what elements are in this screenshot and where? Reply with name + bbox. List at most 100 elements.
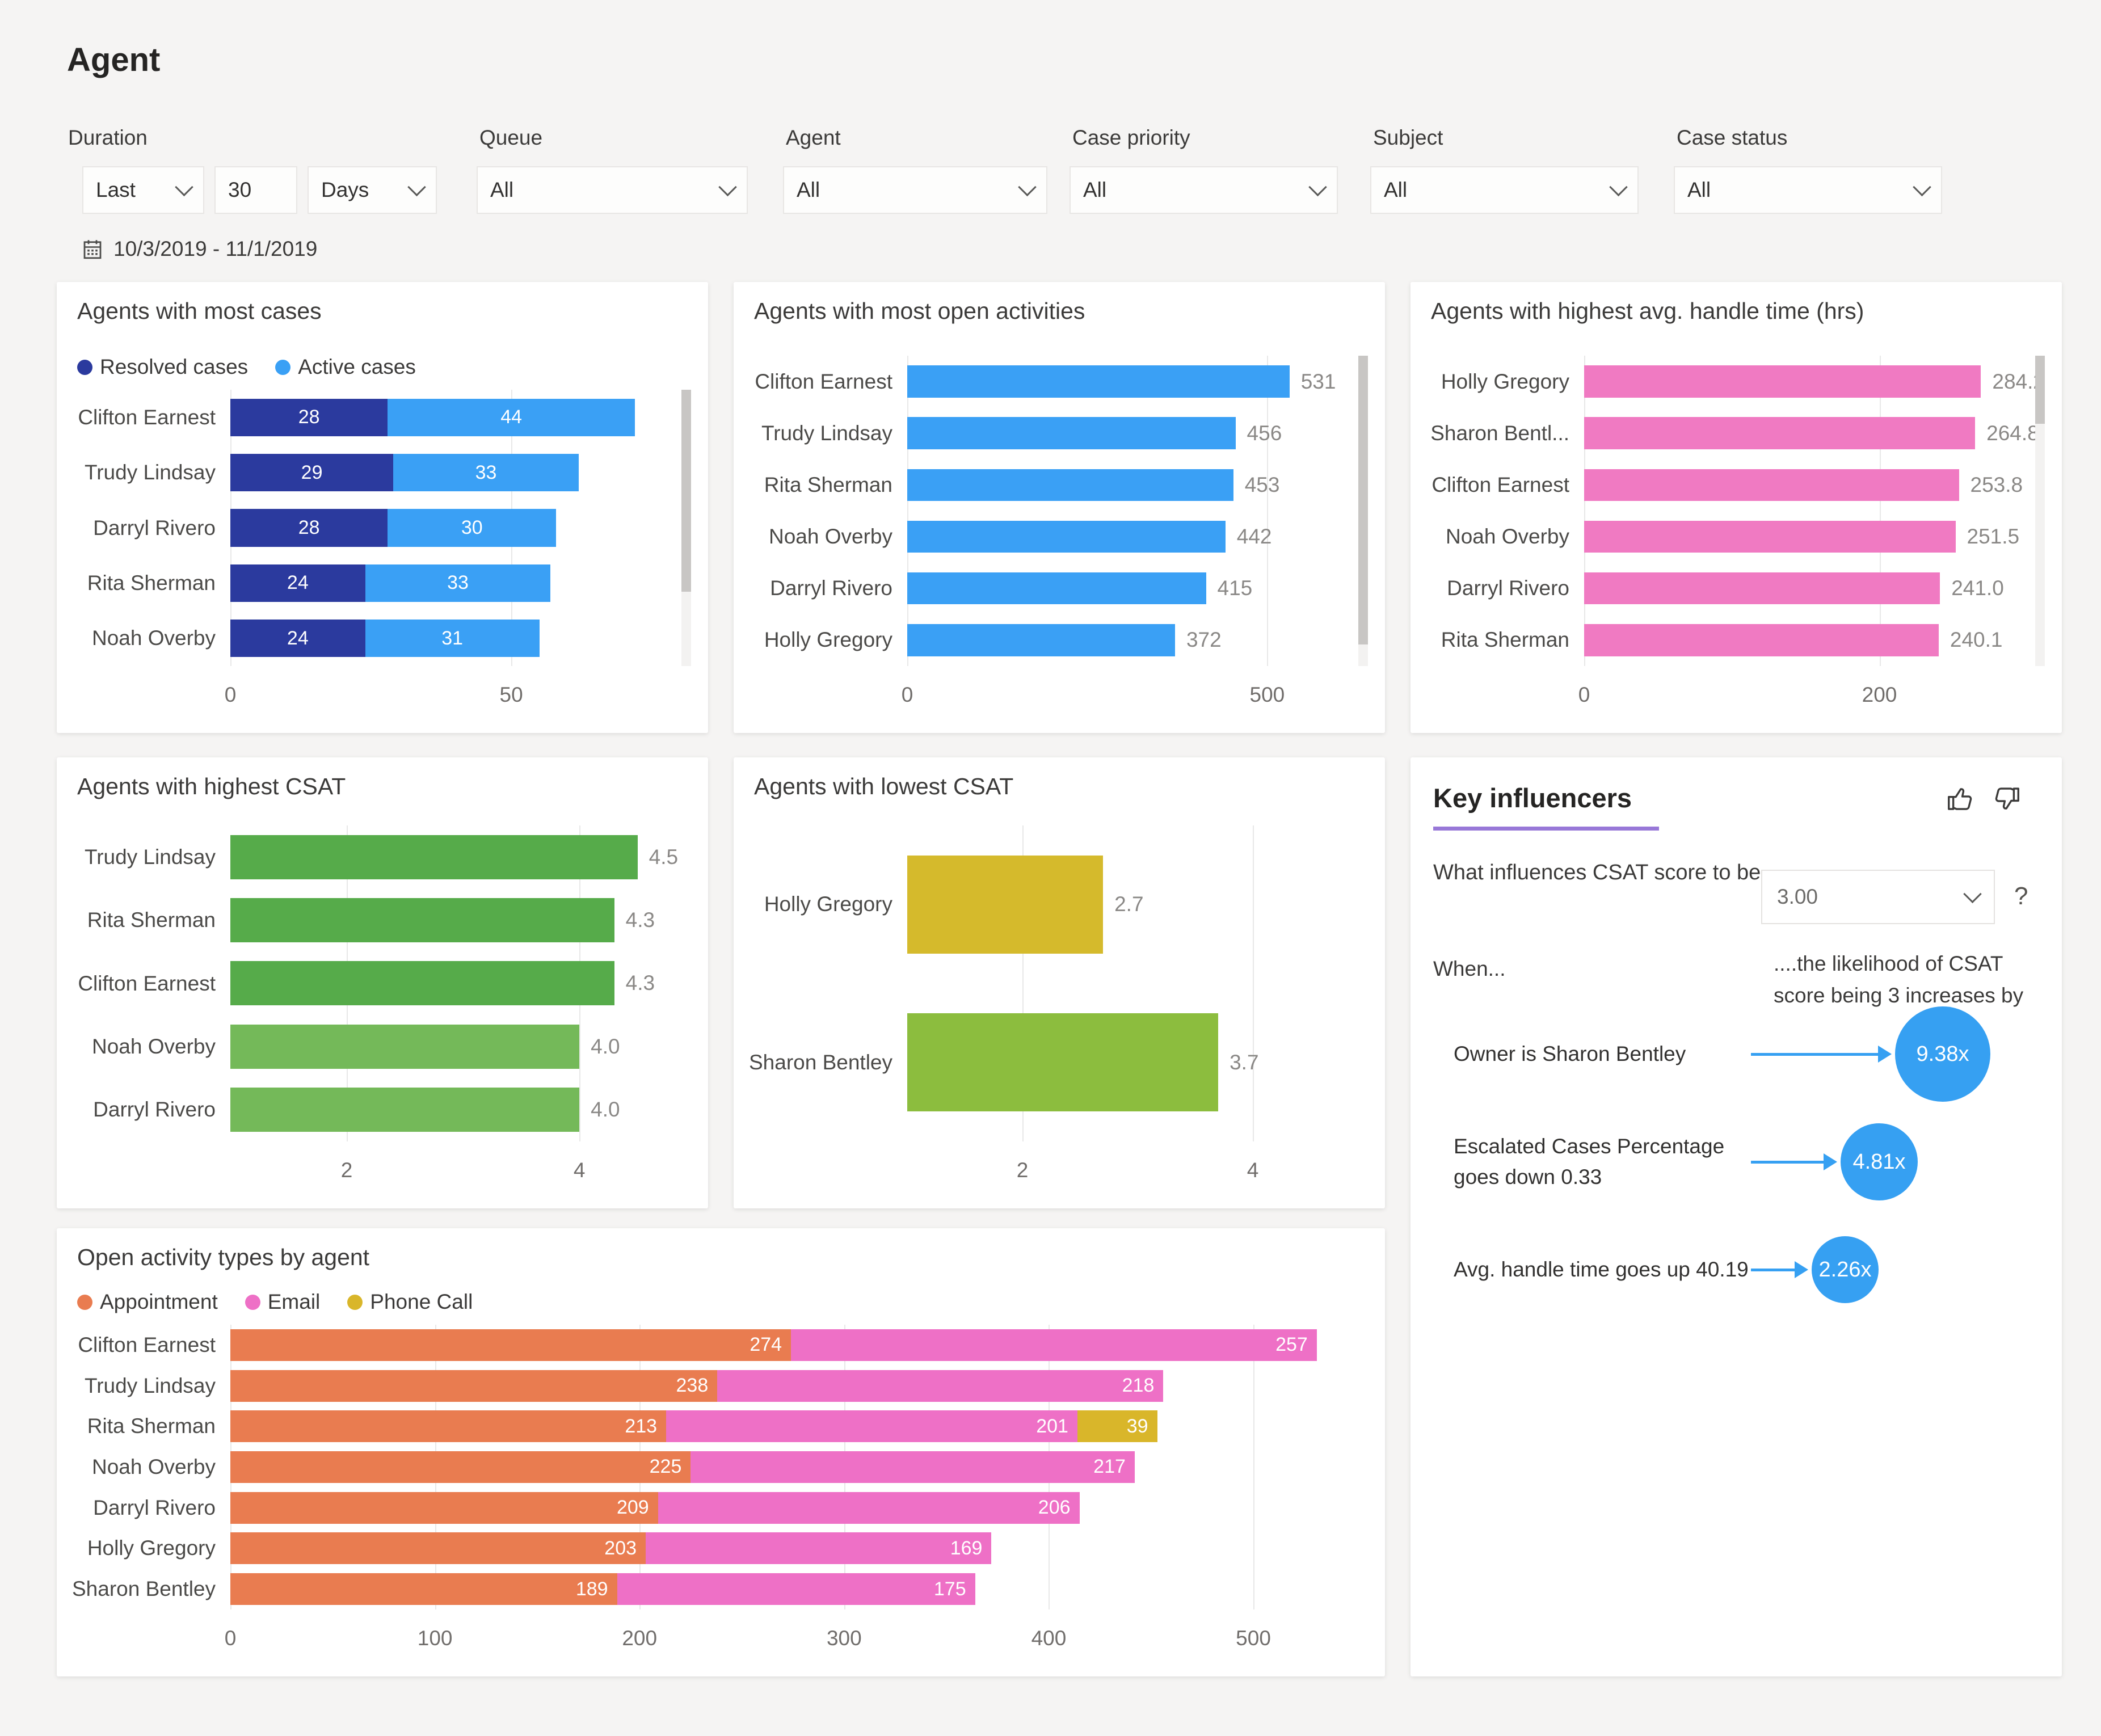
bar[interactable]: 213 201 39 <box>230 1410 1368 1443</box>
bar[interactable]: 456 <box>907 417 1368 449</box>
bar-segment[interactable] <box>1584 520 1956 553</box>
bar[interactable]: 442 <box>907 520 1368 553</box>
bar-segment[interactable] <box>907 624 1175 656</box>
bar-segment[interactable]: 257 <box>791 1329 1317 1361</box>
bar-segment[interactable]: 203 <box>230 1532 646 1565</box>
bar-segment[interactable] <box>230 898 614 943</box>
bar[interactable]: 531 <box>907 365 1368 398</box>
legend-item[interactable]: Email <box>245 1290 320 1314</box>
bar-segment[interactable]: 206 <box>658 1491 1080 1524</box>
bar-segment[interactable] <box>1584 469 1959 502</box>
bar-segment[interactable] <box>230 1088 580 1132</box>
bar[interactable]: 284.2 <box>1584 365 2045 398</box>
bar[interactable]: 203 169 <box>230 1532 1368 1565</box>
duration-unit-select[interactable]: Days <box>308 166 437 214</box>
bar[interactable]: 4.5 <box>230 835 691 879</box>
bar-segment[interactable]: 24 <box>230 620 365 658</box>
scrollbar[interactable] <box>681 390 691 666</box>
legend-item[interactable]: Phone Call <box>347 1290 473 1314</box>
bar-segment[interactable] <box>907 855 1104 954</box>
bar-segment[interactable]: 209 <box>230 1491 658 1524</box>
scrollbar[interactable] <box>2035 356 2045 666</box>
thumbs-up-icon[interactable] <box>1945 783 1976 814</box>
bar[interactable]: 241.0 <box>1584 572 2045 605</box>
bar-segment[interactable] <box>1584 624 1939 656</box>
bar[interactable]: 209 206 <box>230 1491 1368 1524</box>
bar-segment[interactable]: 24 <box>230 564 365 602</box>
bar[interactable]: 372 <box>907 624 1368 656</box>
bar-segment[interactable]: 217 <box>690 1451 1135 1483</box>
bar-segment[interactable]: 225 <box>230 1451 691 1483</box>
influence-bubble[interactable]: 2.26x <box>1812 1236 1879 1303</box>
bar[interactable]: 238 218 <box>230 1370 1368 1402</box>
bar-segment[interactable] <box>907 469 1233 502</box>
bar-segment[interactable] <box>230 1024 580 1069</box>
bar[interactable]: 3.7 <box>907 1013 1368 1112</box>
bar[interactable]: 4.3 <box>230 898 691 943</box>
influence-value-select[interactable]: 3.00 <box>1761 870 1995 924</box>
bar-segment[interactable]: 44 <box>388 398 635 436</box>
bar-segment[interactable]: 30 <box>388 509 557 547</box>
bar[interactable]: 28 30 <box>230 509 691 547</box>
thumbs-down-icon[interactable] <box>1991 783 2022 814</box>
case-status-select[interactable]: All <box>1674 166 1942 214</box>
bar[interactable]: 240.1 <box>1584 624 2045 656</box>
bar-segment[interactable] <box>907 520 1226 553</box>
bar[interactable]: 29 33 <box>230 453 691 492</box>
bar-segment[interactable] <box>907 417 1236 449</box>
bar-segment[interactable]: 31 <box>365 620 540 658</box>
bar-segment[interactable]: 218 <box>717 1370 1164 1402</box>
legend-item[interactable]: Resolved cases <box>77 355 248 379</box>
bar[interactable]: 253.8 <box>1584 469 2045 502</box>
bar[interactable]: 453 <box>907 469 1368 502</box>
bar-segment[interactable] <box>907 1013 1219 1112</box>
bar[interactable]: 2.7 <box>907 855 1368 954</box>
bar-segment[interactable]: 213 <box>230 1410 667 1443</box>
bar-segment[interactable]: 28 <box>230 509 388 547</box>
scrollbar-thumb[interactable] <box>2035 356 2045 424</box>
influencer-row[interactable]: Avg. handle time goes up 40.19 2.26x <box>1433 1216 2039 1324</box>
bar-segment[interactable] <box>1584 417 1976 449</box>
case-priority-select[interactable]: All <box>1070 166 1338 214</box>
legend-item[interactable]: Appointment <box>77 1290 218 1314</box>
bar[interactable]: 274 257 <box>230 1329 1368 1361</box>
scrollbar[interactable] <box>1358 356 1368 666</box>
bar-segment[interactable]: 33 <box>393 453 579 492</box>
bar-segment[interactable]: 33 <box>365 564 551 602</box>
influence-bubble[interactable]: 4.81x <box>1841 1123 1918 1200</box>
bar-segment[interactable] <box>230 961 614 1006</box>
influencer-row[interactable]: Escalated Cases Percentage goes down 0.3… <box>1433 1108 2039 1216</box>
bar-segment[interactable]: 274 <box>230 1329 791 1361</box>
bar[interactable]: 24 31 <box>230 620 691 658</box>
bar[interactable]: 189 175 <box>230 1573 1368 1606</box>
bar-segment[interactable]: 238 <box>230 1370 718 1402</box>
bar-segment[interactable]: 39 <box>1077 1410 1157 1443</box>
bar[interactable]: 24 33 <box>230 564 691 602</box>
bar[interactable]: 415 <box>907 572 1368 605</box>
influence-bubble[interactable]: 9.38x <box>1895 1006 1990 1102</box>
bar-segment[interactable]: 169 <box>646 1532 992 1565</box>
bar[interactable]: 28 44 <box>230 398 691 436</box>
bar[interactable]: 225 217 <box>230 1451 1368 1483</box>
duration-count-input[interactable]: 30 <box>214 166 297 214</box>
bar-segment[interactable]: 189 <box>230 1573 617 1606</box>
subject-select[interactable]: All <box>1370 166 1639 214</box>
legend-item[interactable]: Active cases <box>275 355 416 379</box>
help-icon[interactable]: ? <box>2014 882 2028 911</box>
duration-mode-select[interactable]: Last <box>82 166 204 214</box>
bar-segment[interactable]: 201 <box>666 1410 1077 1443</box>
bar-segment[interactable] <box>230 835 638 879</box>
bar-segment[interactable]: 175 <box>617 1573 975 1606</box>
bar-segment[interactable]: 28 <box>230 398 388 436</box>
scrollbar-thumb[interactable] <box>1358 356 1368 644</box>
scrollbar-thumb[interactable] <box>681 390 691 592</box>
agent-select[interactable]: All <box>783 166 1047 214</box>
bar-segment[interactable] <box>1584 572 1940 605</box>
bar-segment[interactable] <box>907 365 1290 398</box>
influencer-row[interactable]: Owner is Sharon Bentley 9.38x <box>1433 1000 2039 1108</box>
bar[interactable]: 264.8 <box>1584 417 2045 449</box>
bar[interactable]: 251.5 <box>1584 520 2045 553</box>
bar[interactable]: 4.0 <box>230 1088 691 1132</box>
queue-select[interactable]: All <box>477 166 748 214</box>
bar[interactable]: 4.3 <box>230 961 691 1006</box>
